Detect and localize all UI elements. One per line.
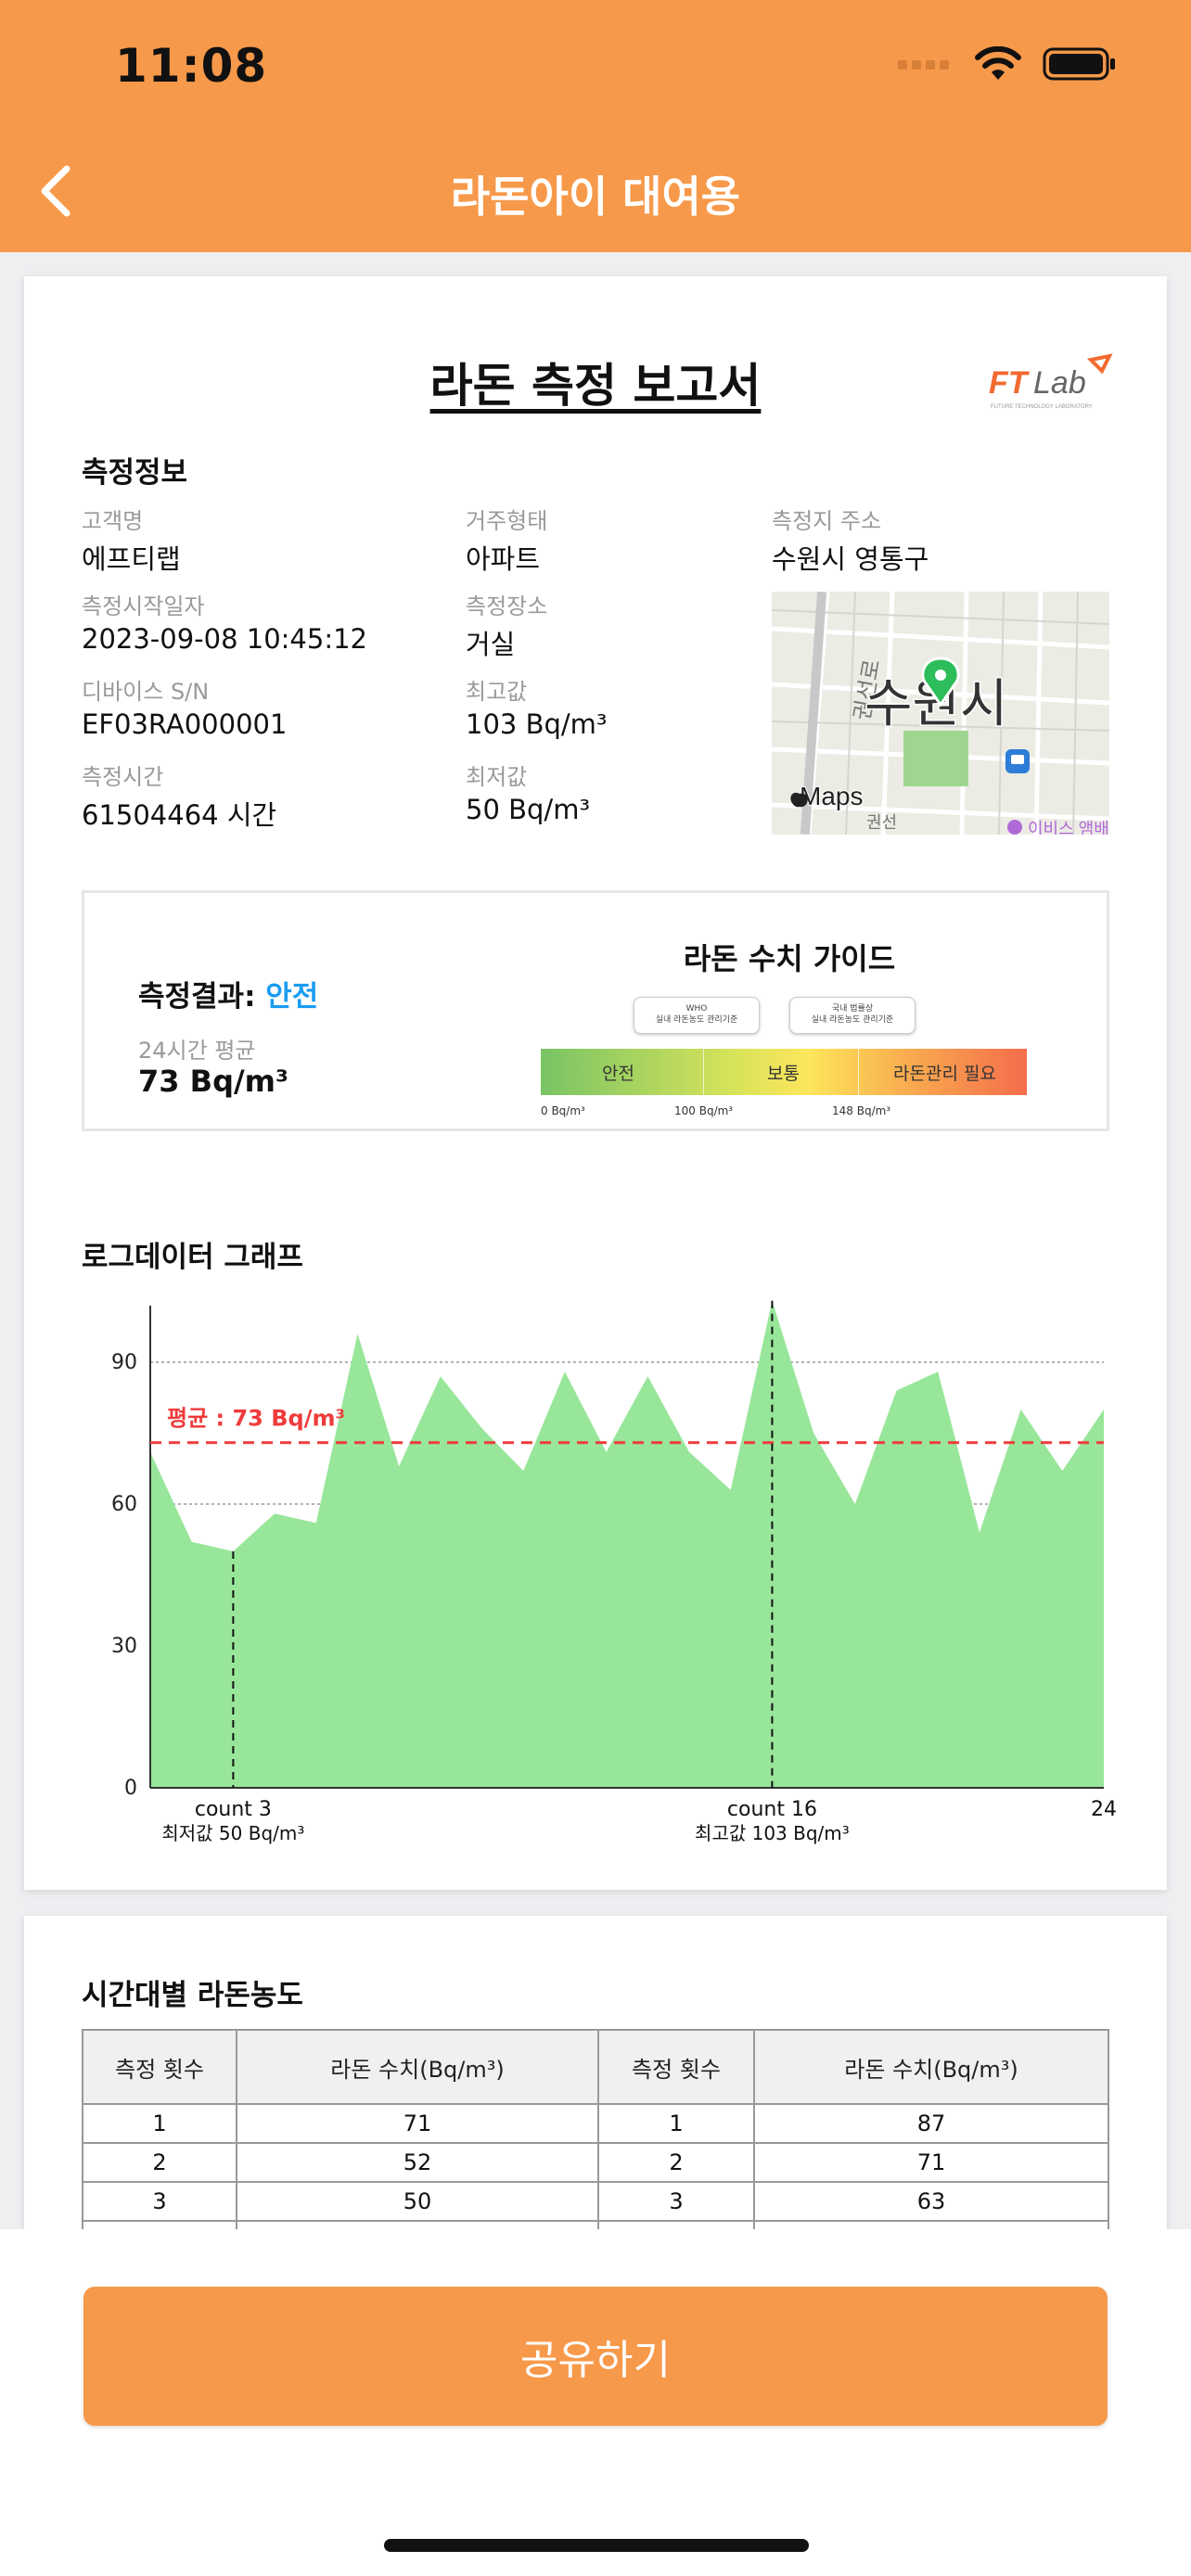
- who-line2: 실내 라돈농도 관리기준: [655, 1015, 738, 1025]
- map-streets: 권선로 권선 수원시 Maps 이비스 앰배: [772, 592, 1109, 835]
- result-value: 안전: [265, 980, 319, 1014]
- who-bubble: WHO 실내 라돈농도 관리기준: [634, 997, 760, 1034]
- kr-line2: 실내 라돈농도 관리기준: [811, 1015, 894, 1025]
- y-tick-label: 0: [124, 1777, 137, 1800]
- guide-tick-0: 0 Bq/m³: [541, 1104, 585, 1117]
- svg-text:FUTURE TECHNOLOGY LABORATORY: FUTURE TECHNOLOGY LABORATORY: [991, 404, 1093, 410]
- table-header-row: 측정 횟수 라돈 수치(Bq/m³) 측정 횟수 라돈 수치(Bq/m³): [82, 2029, 1109, 2105]
- table-cell: 1: [82, 2103, 237, 2144]
- log-chart-svg: 0 30 60 90 평균 : 73 Bq/m³ count 3최저값 50 Bq/m³ c…: [111, 1300, 1117, 1844]
- bottom-sheet: 공유하기: [0, 2229, 1191, 2576]
- avg-label: 24시간 평균: [138, 1038, 256, 1064]
- min-marker-count: count 3: [195, 1798, 272, 1821]
- min-label: 최저값: [466, 764, 528, 790]
- radon-table: 측정 횟수 라돈 수치(Bq/m³) 측정 횟수 라돈 수치(Bq/m³) 1 …: [82, 2029, 1109, 2231]
- result-label: 측정결과: 안전: [138, 973, 318, 1014]
- y-tick-label: 30: [111, 1635, 137, 1658]
- col-count-1: 측정 횟수: [82, 2029, 237, 2105]
- map-road-label-2: 권선: [866, 813, 897, 832]
- wifi-icon: [975, 46, 1021, 80]
- customer-value: 에프티랩: [82, 543, 181, 575]
- table-cell: 2: [82, 2142, 237, 2183]
- housing-label: 거주형태: [466, 508, 548, 534]
- table-cell: 71: [236, 2103, 599, 2144]
- kr-bubble: 국내 법률상 실내 라돈농도 관리기준: [789, 997, 916, 1034]
- svg-text:FT: FT: [989, 365, 1031, 401]
- signal-icon: [898, 60, 949, 70]
- customer-label: 고객명: [82, 508, 144, 534]
- guide-tick-148: 148 Bq/m³: [832, 1104, 891, 1117]
- table-cell: 71: [753, 2142, 1109, 2183]
- table-row: 1 71 1 87: [82, 2103, 1109, 2144]
- map-poi-label: 이비스 앰배: [1028, 820, 1109, 835]
- device-label: 디바이스 S/N: [82, 679, 210, 705]
- status-icons: [898, 46, 1117, 82]
- poi-icon: [1007, 820, 1022, 835]
- start-value: 2023-09-08 10:45:12: [82, 623, 367, 655]
- guide-seg-normal: 보통: [767, 1064, 800, 1084]
- guide-title: 라돈 수치 가이드: [683, 941, 896, 976]
- place-label: 측정장소: [466, 593, 548, 619]
- col-value-1: 라돈 수치(Bq/m³): [236, 2029, 599, 2105]
- table-cell: 1: [597, 2103, 755, 2144]
- status-time: 11:08: [115, 39, 268, 93]
- housing-value: 아파트: [466, 543, 541, 575]
- battery-icon: [1043, 47, 1115, 81]
- min-value: 50 Bq/m³: [466, 794, 591, 825]
- who-line1: WHO: [685, 1004, 708, 1014]
- max-value: 103 Bq/m³: [466, 708, 608, 740]
- log-chart: 0 30 60 90 평균 : 73 Bq/m³ count 3 최저값 50 Bq/m³ c…: [80, 1296, 1119, 1853]
- table-cell: 63: [753, 2181, 1109, 2222]
- area-series: [150, 1300, 1104, 1788]
- max-label: 최고값: [466, 679, 528, 705]
- table-card: 시간대별 라돈농도 측정 횟수 라돈 수치(Bq/m³) 측정 횟수 라돈 수치…: [24, 1916, 1167, 2231]
- location-map[interactable]: 권선로 권선 수원시 Maps 이비스 앰배: [772, 592, 1109, 835]
- table-cell: 2: [597, 2142, 755, 2183]
- top-bar: 11:08 라돈아이 대여용: [0, 0, 1191, 252]
- nav-title: 라돈아이 대여용: [450, 172, 741, 222]
- place-value: 거실: [466, 629, 516, 660]
- result-box: 측정결과: 안전 24시간 평균 73 Bq/m³ 라돈 수치 가이드 WHO …: [82, 890, 1109, 1131]
- average-label: 평균 : 73 Bq/m³: [167, 1406, 345, 1432]
- table-cell: 3: [82, 2181, 237, 2222]
- duration-label: 측정시간: [82, 764, 164, 790]
- guide-seg-danger: 라돈관리 필요: [893, 1064, 996, 1084]
- result-label-text: 측정결과:: [138, 980, 256, 1014]
- col-count-2: 측정 횟수: [597, 2029, 755, 2105]
- ftlab-logo: FT Lab FUTURE TECHNOLOGY LABORATORY: [989, 353, 1113, 410]
- address-label: 측정지 주소: [772, 508, 882, 534]
- table-row: 3 50 3 63: [82, 2181, 1109, 2222]
- max-marker-value: 최고값 103 Bq/m³: [695, 1822, 850, 1844]
- max-marker-count: count 16: [727, 1798, 817, 1821]
- table-row: 2 52 2 71: [82, 2142, 1109, 2183]
- info-heading: 측정정보: [82, 456, 188, 490]
- kr-line1: 국내 법률상: [831, 1004, 874, 1014]
- svg-text:Lab: Lab: [1033, 365, 1086, 401]
- address-value: 수원시 영통구: [772, 543, 929, 575]
- graph-heading: 로그데이터 그래프: [82, 1241, 303, 1274]
- min-marker-value: 최저값 50 Bq/m³: [161, 1822, 304, 1844]
- device-value: EF03RA000001: [82, 708, 288, 740]
- table-heading: 시간대별 라돈농도: [82, 1979, 303, 2012]
- duration-value: 61504464 시간: [82, 799, 277, 831]
- report-card: 라돈 측정 보고서 FT Lab FUTURE TECHNOLOGY LABOR…: [24, 276, 1167, 1890]
- y-tick-label: 60: [111, 1493, 137, 1516]
- avg-value: 73 Bq/m³: [138, 1064, 289, 1099]
- maps-brand: Maps: [800, 782, 863, 810]
- table-cell: 52: [236, 2142, 599, 2183]
- transit-icon: [1005, 749, 1030, 773]
- table-cell: 50: [236, 2181, 599, 2222]
- share-button[interactable]: 공유하기: [83, 2287, 1108, 2426]
- home-indicator: [384, 2539, 809, 2552]
- table-cell: 3: [597, 2181, 755, 2222]
- guide-seg-safe: 안전: [602, 1064, 634, 1084]
- start-label: 측정시작일자: [82, 593, 205, 619]
- x-end-label: 24: [1091, 1798, 1117, 1821]
- guide-bar: 안전 보통 라돈관리 필요: [541, 1049, 1027, 1095]
- table-cell: 87: [753, 2103, 1109, 2144]
- guide-tick-100: 100 Bq/m³: [674, 1104, 734, 1117]
- col-value-2: 라돈 수치(Bq/m³): [753, 2029, 1109, 2105]
- y-tick-label: 90: [111, 1351, 137, 1374]
